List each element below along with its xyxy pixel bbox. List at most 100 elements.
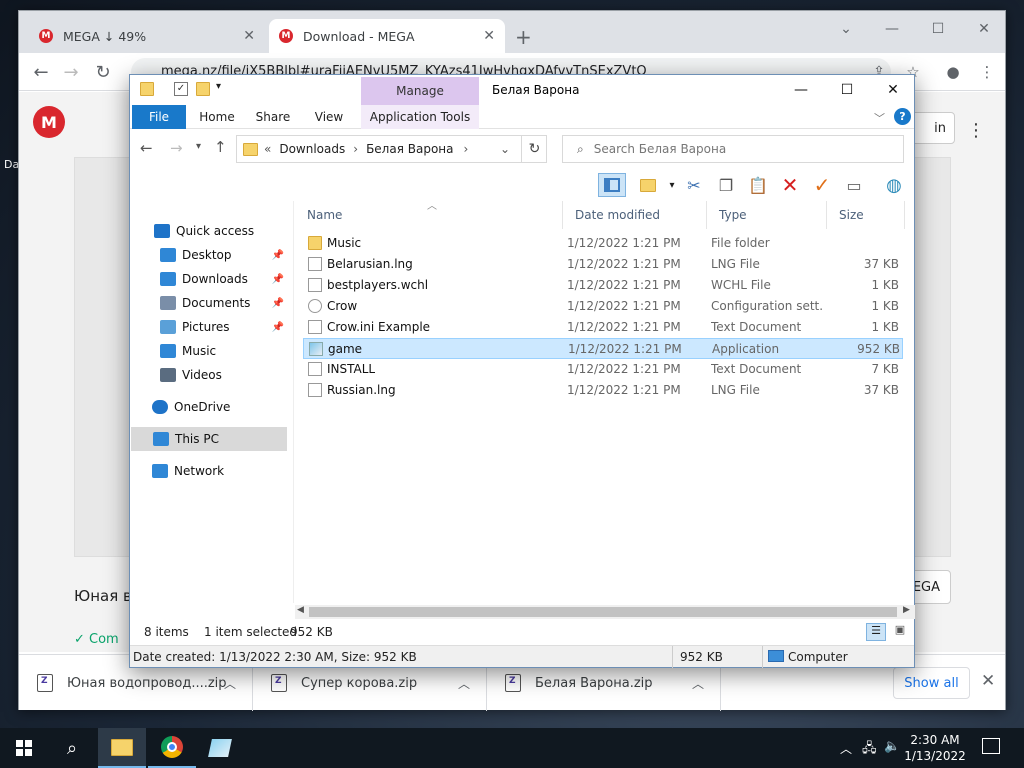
back-arrow-icon[interactable]: ← — [140, 139, 153, 157]
maximize-button[interactable]: ☐ — [824, 77, 870, 103]
forward-arrow-icon[interactable]: → — [57, 59, 85, 85]
chevron-right-icon[interactable]: › — [353, 142, 358, 156]
sidebar-item-music[interactable]: Music — [130, 339, 294, 363]
breadcrumb-downloads[interactable]: Downloads — [279, 142, 345, 156]
help-icon[interactable]: ? — [894, 108, 911, 125]
sidebar-item-quick-access[interactable]: Quick access — [130, 219, 294, 243]
windows-start-icon[interactable] — [0, 728, 48, 768]
up-arrow-icon[interactable]: ↑ — [214, 138, 227, 156]
column-type[interactable]: Type — [707, 201, 827, 229]
scroll-left-icon[interactable]: ◀ — [297, 605, 304, 615]
chevron-down-icon[interactable]: ⌄ — [500, 142, 510, 156]
volume-muted-icon[interactable]: 🔈 — [884, 739, 900, 754]
chevron-up-icon[interactable]: ︿ — [224, 675, 236, 692]
column-size[interactable]: Size — [827, 201, 905, 229]
sidebar-item-this-pc[interactable]: This PC — [131, 427, 287, 451]
item-count: 8 items — [144, 625, 189, 639]
table-row[interactable]: Belarusian.lng 1/12/2022 1:21 PM LNG File 3… — [303, 254, 903, 275]
sidebar-item-documents[interactable]: Documents 📌 — [130, 291, 294, 315]
sidebar-item-onedrive[interactable]: OneDrive — [130, 395, 294, 419]
table-row[interactable]: Crow.ini Example 1/12/2022 1:21 PM Text Do… — [303, 317, 903, 338]
page-menu-icon[interactable]: ⋮ — [967, 120, 985, 141]
profile-avatar-icon[interactable]: ● — [939, 59, 967, 85]
rename-check-icon[interactable]: ✓ — [810, 173, 834, 197]
horizontal-scrollbar[interactable]: ◀ ▶ — [295, 605, 915, 619]
column-date-modified[interactable]: Date modified — [563, 201, 707, 229]
tab-file[interactable]: File — [132, 105, 186, 129]
forward-arrow-icon[interactable]: → — [170, 139, 183, 157]
tab-application-tools[interactable]: Application Tools — [361, 105, 479, 129]
chevron-right-icon[interactable]: › — [463, 142, 468, 156]
close-window-button[interactable]: ✕ — [961, 15, 1007, 43]
app-taskbar-icon[interactable] — [196, 728, 244, 768]
table-row[interactable]: game 1/12/2022 1:21 PM Application 952 KB — [303, 338, 903, 359]
new-folder-icon[interactable] — [196, 82, 210, 96]
sidebar-item-desktop[interactable]: Desktop 📌 — [130, 243, 294, 267]
sidebar-item-downloads[interactable]: Downloads 📌 — [130, 267, 294, 291]
breadcrumb-folder[interactable]: Белая Варона — [366, 142, 453, 156]
properties-icon[interactable]: ✓ — [174, 82, 188, 96]
tab-share[interactable]: Share — [248, 105, 298, 129]
recent-locations-icon[interactable]: ▾ — [196, 141, 201, 152]
paste-icon[interactable]: 📋 — [746, 173, 770, 197]
desktop-icon-label[interactable]: Da — [4, 158, 19, 171]
refresh-button[interactable]: ↻ — [521, 135, 547, 163]
breadcrumb[interactable]: « Downloads › Белая Варона › ⌄ — [236, 135, 547, 163]
new-tab-button[interactable]: + — [515, 25, 532, 49]
sidebar-item-network[interactable]: Network — [130, 459, 294, 483]
minimize-button[interactable]: — — [869, 15, 915, 43]
cut-icon[interactable]: ✂ — [682, 173, 706, 197]
menu-kebab-icon[interactable]: ⋮ — [973, 59, 1001, 85]
new-folder-icon[interactable] — [636, 173, 660, 197]
table-row[interactable]: Russian.lng 1/12/2022 1:21 PM LNG File 37 K… — [303, 380, 903, 401]
chevron-up-icon[interactable]: ︿ — [692, 675, 704, 692]
close-icon[interactable]: ✕ — [981, 671, 995, 691]
file-explorer-taskbar-icon[interactable] — [98, 728, 146, 768]
sidebar-item-label: Music — [182, 344, 217, 358]
mega-logo-icon[interactable]: M — [33, 106, 65, 138]
preview-pane-icon[interactable] — [598, 173, 626, 197]
tab-home[interactable]: Home — [192, 105, 242, 129]
show-all-button[interactable]: Show all — [893, 667, 970, 699]
table-row[interactable]: INSTALL 1/12/2022 1:21 PM Text Document 7 K… — [303, 359, 903, 380]
scroll-right-icon[interactable]: ▶ — [903, 605, 910, 615]
chrome-taskbar-icon[interactable] — [148, 728, 196, 768]
column-name[interactable]: Name — [295, 201, 563, 229]
large-icons-view-icon[interactable]: ▣ — [890, 623, 910, 641]
maximize-button[interactable]: ☐ — [915, 15, 961, 43]
details-view-icon[interactable]: ☰ — [866, 623, 886, 641]
table-row[interactable]: Crow 1/12/2022 1:21 PM Configuration sett.… — [303, 296, 903, 317]
chevron-down-icon[interactable]: ▾ — [216, 81, 221, 92]
chevron-up-icon[interactable]: ︿ — [458, 675, 470, 692]
table-row[interactable]: bestplayers.wchl 1/12/2022 1:21 PM WCHL Fi… — [303, 275, 903, 296]
minimize-button[interactable]: — — [778, 77, 824, 103]
tab-view[interactable]: View — [304, 105, 354, 129]
close-icon[interactable]: ✕ — [483, 28, 495, 44]
delete-icon[interactable]: ✕ — [778, 173, 802, 197]
sidebar-item-pictures[interactable]: Pictures 📌 — [130, 315, 294, 339]
cell-name: Crow.ini Example — [327, 320, 431, 334]
search-input[interactable]: ⌕ Search Белая Варона — [562, 135, 904, 163]
search-icon[interactable]: ⌕ — [48, 728, 96, 768]
tab-mega-progress[interactable]: M MEGA ↓ 49% ✕ — [29, 19, 265, 53]
close-window-button[interactable]: ✕ — [870, 77, 916, 103]
copy-icon[interactable]: ❐ — [714, 173, 738, 197]
chevron-up-icon[interactable]: ︿ — [840, 740, 852, 757]
properties-icon[interactable]: ▭ — [842, 173, 866, 197]
table-row[interactable]: Music 1/12/2022 1:21 PM File folder — [303, 233, 903, 254]
back-arrow-icon[interactable]: ← — [27, 59, 55, 85]
sidebar-item-videos[interactable]: Videos — [130, 363, 294, 387]
chevron-down-icon[interactable]: ▾ — [660, 173, 684, 197]
tab-download-mega[interactable]: M Download - MEGA ✕ — [269, 19, 505, 53]
tab-search-icon[interactable]: ⌄ — [823, 15, 869, 43]
clock[interactable]: 2:30 AM 1/13/2022 — [900, 732, 970, 764]
network-icon[interactable]: 🖧 — [862, 739, 877, 761]
close-icon[interactable]: ✕ — [243, 28, 255, 44]
scrollbar-thumb[interactable] — [309, 607, 897, 617]
reload-icon[interactable]: ↻ — [89, 59, 117, 85]
notifications-icon[interactable] — [982, 738, 1000, 754]
cell-date: 1/12/2022 1:21 PM — [567, 299, 681, 313]
chevron-down-icon[interactable]: ﹀ — [874, 110, 885, 126]
globe-icon[interactable]: ◍ — [882, 173, 906, 197]
cell-type: Application — [712, 342, 780, 356]
